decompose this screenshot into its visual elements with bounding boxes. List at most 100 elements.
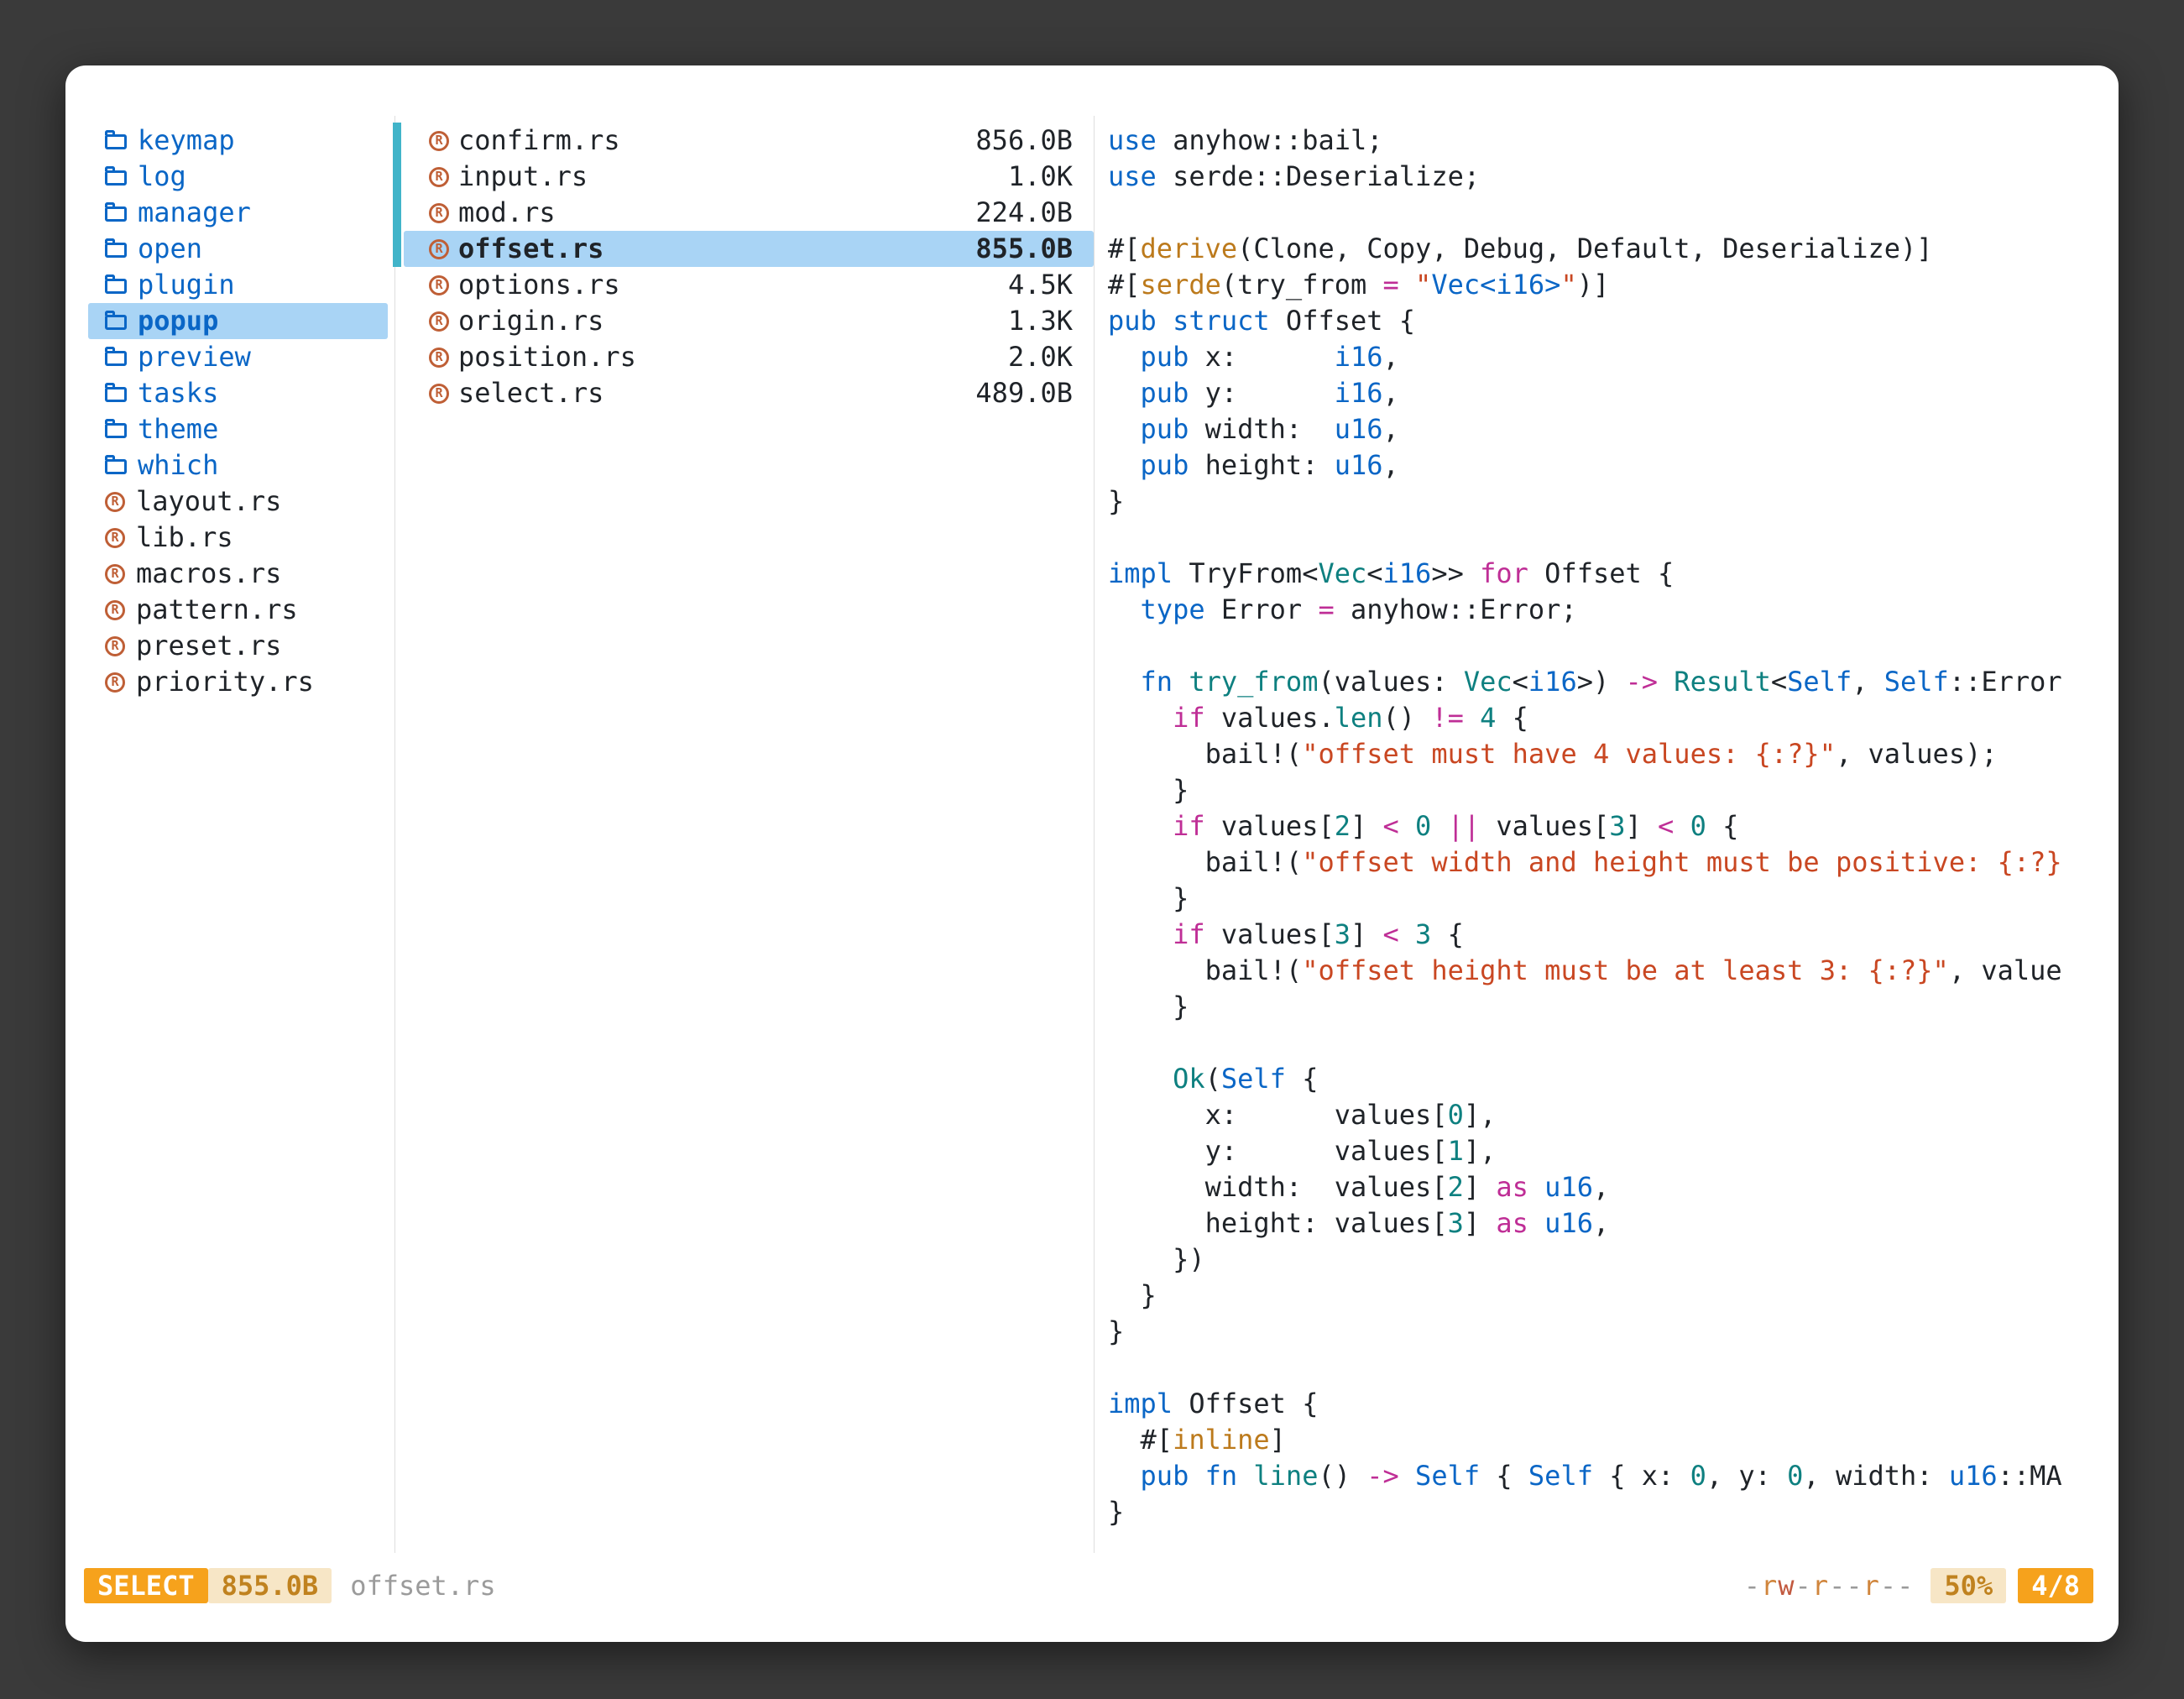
filelist-scrollbar[interactable] [393,123,401,267]
rust-file-icon: R [429,275,449,295]
code-line: if values[2] < 0 || values[3] < 0 { [1108,808,2095,844]
sidebar-item-label: manager [138,195,251,231]
file-row-origin-rs[interactable]: Rorigin.rs1.3K [404,303,1094,339]
rust-file-icon: R [429,239,449,259]
code-line: x: values[0], [1108,1097,2095,1133]
file-row-input-rs[interactable]: Rinput.rs1.0K [404,159,1094,195]
mode-badge: SELECT [84,1568,208,1603]
sidebar-item-label: keymap [138,123,235,159]
sidebar-item-macros-rs[interactable]: Rmacros.rs [88,556,388,592]
desktop-background: keymaplogmanageropenpluginpopuppreviewta… [0,0,2184,1699]
file-size: 856.0B [975,123,1073,159]
file-size: 489.0B [975,375,1073,411]
folder-icon [105,387,127,402]
sidebar-item-log[interactable]: log [88,159,388,195]
sidebar-item-label: tasks [138,375,218,411]
sidebar-item-layout-rs[interactable]: Rlayout.rs [88,484,388,520]
sidebar-item-label: log [138,159,186,195]
file-row-options-rs[interactable]: Roptions.rs 4.5K [404,267,1094,303]
code-line: pub height: u16, [1108,447,2095,484]
sidebar-item-open[interactable]: open [88,231,388,267]
sidebar-item-label: macros.rs [136,556,281,592]
code-line: } [1108,1494,2095,1530]
code-line: fn try_from(values: Vec<i16>) -> Result<… [1108,664,2095,700]
code-line: bail!("offset height must be at least 3:… [1108,953,2095,989]
sidebar-item-label: plugin [138,267,235,303]
rust-file-icon: R [105,672,125,693]
file-name: confirm.rs [458,123,620,159]
rust-file-icon: R [429,348,449,368]
rust-file-icon: R [105,600,125,620]
sidebar-item-label: popup [138,303,218,339]
code-line: #[inline] [1108,1422,2095,1458]
status-filename: offset.rs [350,1568,495,1604]
folder-icon [105,243,127,258]
file-row-position-rs[interactable]: Rposition.rs 2.0K [404,339,1094,375]
file-size: 1.3K [1008,303,1073,339]
scroll-percent-badge: 50% [1931,1568,2006,1603]
file-name: options.rs [458,267,620,303]
sidebar-item-popup[interactable]: popup [88,303,388,339]
file-manager-window: keymaplogmanageropenpluginpopuppreviewta… [65,65,2119,1642]
pane-separator-left [394,116,395,1553]
code-line: } [1108,772,2095,808]
sidebar-item-plugin[interactable]: plugin [88,267,388,303]
folder-icon [105,206,127,222]
code-line: #[derive(Clone, Copy, Debug, Default, De… [1108,231,2095,267]
code-line [1108,628,2095,664]
sidebar-item-lib-rs[interactable]: Rlib.rs [88,520,388,556]
sidebar-item-label: preset.rs [136,628,281,664]
code-line [1108,1350,2095,1386]
file-size: 855.0B [975,231,1073,267]
file-size-badge: 855.0B [208,1568,332,1603]
file-size: 224.0B [975,195,1073,231]
file-row-select-rs[interactable]: Rselect.rs489.0B [404,375,1094,411]
sidebar-item-tasks[interactable]: tasks [88,375,388,411]
code-line: pub struct Offset { [1108,303,2095,339]
folder-icon [105,459,127,474]
sidebar-item-pattern-rs[interactable]: Rpattern.rs [88,592,388,628]
sidebar-item-label: theme [138,411,218,447]
sidebar-item-keymap[interactable]: keymap [88,123,388,159]
file-size: 2.0K [1008,339,1073,375]
folder-icon [105,423,127,438]
code-line: bail!("offset must have 4 values: {:?}",… [1108,736,2095,772]
sidebar-item-label: priority.rs [136,664,314,700]
status-right: -rw-r--r-- 50% 4/8 [1744,1568,2093,1604]
file-name: select.rs [458,375,603,411]
rust-file-icon: R [105,492,125,512]
file-row-offset-rs[interactable]: Roffset.rs855.0B [404,231,1094,267]
code-line [1108,1025,2095,1061]
folder-icon [105,351,127,366]
file-row-mod-rs[interactable]: Rmod.rs224.0B [404,195,1094,231]
sidebar-pane: keymaplogmanageropenpluginpopuppreviewta… [88,123,388,700]
sidebar-item-priority-rs[interactable]: Rpriority.rs [88,664,388,700]
file-size: 4.5K [1008,267,1073,303]
sidebar-item-manager[interactable]: manager [88,195,388,231]
code-line: } [1108,881,2095,917]
code-line: use anyhow::bail; [1108,123,2095,159]
code-line: #[serde(try_from = "Vec<i16>")] [1108,267,2095,303]
preview-pane: use anyhow::bail;use serde::Deserialize;… [1108,123,2095,1553]
sidebar-item-label: layout.rs [136,484,281,520]
code-line: } [1108,989,2095,1025]
folder-icon [105,279,127,294]
code-line: pub y: i16, [1108,375,2095,411]
code-line: }) [1108,1242,2095,1278]
code-line: width: values[2] as u16, [1108,1169,2095,1205]
folder-icon [105,170,127,186]
sidebar-item-theme[interactable]: theme [88,411,388,447]
folder-icon [105,315,127,330]
sidebar-item-preset-rs[interactable]: Rpreset.rs [88,628,388,664]
code-line: pub width: u16, [1108,411,2095,447]
code-line: } [1108,1314,2095,1350]
sidebar-item-preview[interactable]: preview [88,339,388,375]
file-name: position.rs [458,339,636,375]
sidebar-item-label: lib.rs [136,520,233,556]
folder-icon [105,134,127,149]
code-line [1108,520,2095,556]
file-row-confirm-rs[interactable]: Rconfirm.rs856.0B [404,123,1094,159]
sidebar-item-which[interactable]: which [88,447,388,484]
permissions: -rw-r--r-- [1744,1568,1915,1604]
sidebar-item-label: which [138,447,218,484]
